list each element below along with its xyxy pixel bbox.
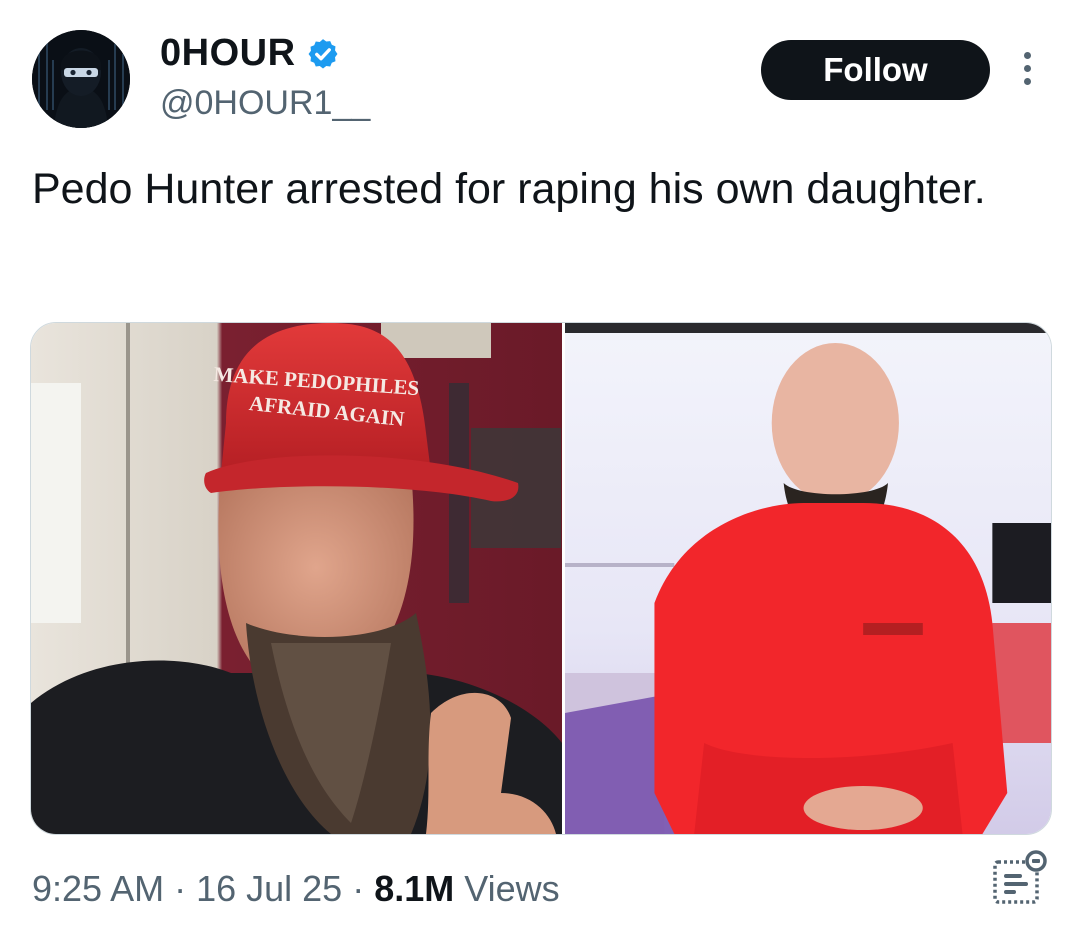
court-video-photo: [565, 323, 1051, 834]
author-name-row: 0HOUR: [160, 32, 340, 75]
tweet-text: Pedo Hunter arrested for raping his own …: [32, 165, 986, 213]
more-options-button[interactable]: [1012, 52, 1042, 92]
analytics-icon[interactable]: [990, 848, 1050, 908]
tweet-media[interactable]: MAKE PEDOPHILES AFRAID AGAIN: [30, 322, 1052, 835]
verified-badge-icon[interactable]: [306, 37, 340, 71]
media-photo-left[interactable]: MAKE PEDOPHILES AFRAID AGAIN: [31, 323, 562, 834]
views-count: 8.1M: [374, 868, 455, 909]
user-handle[interactable]: @0HOUR1__: [160, 84, 370, 123]
avatar[interactable]: [32, 30, 130, 128]
masked-hacker-avatar-icon: [32, 30, 130, 128]
display-name[interactable]: 0HOUR: [160, 32, 296, 75]
selfie-photo: MAKE PEDOPHILES AFRAID AGAIN: [31, 323, 562, 834]
tweet-time[interactable]: 9:25 AM: [32, 868, 164, 910]
media-photo-right[interactable]: [562, 323, 1051, 834]
meta-separator: ·: [174, 868, 187, 909]
meta-separator: ·: [352, 868, 365, 909]
follow-button[interactable]: Follow: [761, 40, 990, 100]
views-label: Views: [464, 868, 560, 909]
tweet-meta: 9:25 AM · 16 Jul 25 · 8.1M Views: [32, 868, 560, 910]
tweet-date[interactable]: 16 Jul 25: [196, 868, 342, 910]
more-vertical-icon: [1023, 52, 1031, 59]
